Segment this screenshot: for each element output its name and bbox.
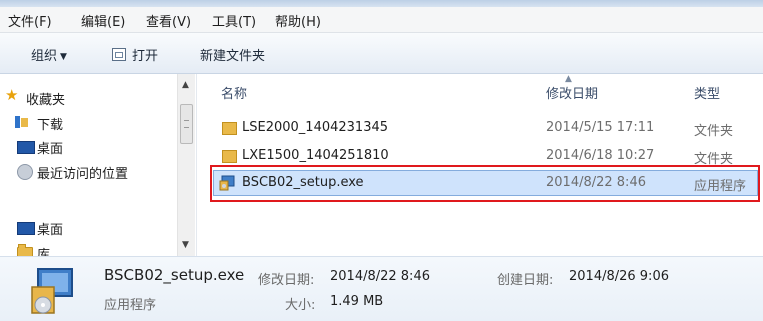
details-created-label: 创建日期: [497,273,554,288]
command-bar: 组织 ▼ 打开 新建文件夹 [0,33,763,74]
navigation-pane: ★ 收藏夹 下载 桌面 最近访问的位置 桌面 库 [0,74,200,256]
column-header-modified[interactable]: 修改日期 [546,83,598,102]
organize-button[interactable]: 组织 ▼ [31,45,67,64]
details-modified-value: 2014/8/22 8:46 [330,269,430,284]
desktop-icon [17,141,35,154]
recent-places-icon [17,164,33,180]
nav-item-label: 最近访问的位置 [37,167,129,182]
file-date: 2014/6/18 10:27 [546,148,655,163]
menu-tools[interactable]: 工具(T) [212,11,256,30]
details-pane: BSCB02_setup.exe 应用程序 修改日期: 2014/8/22 8:… [0,256,763,321]
nav-item-desktop[interactable]: 桌面 [17,138,64,157]
organize-label: 组织 [31,49,58,64]
scroll-up-arrow-icon[interactable]: ▲ [182,80,189,90]
menu-view[interactable]: 查看(V) [146,11,191,30]
folder-icon [222,150,237,163]
file-date: 2014/5/15 17:11 [546,120,655,135]
column-header-row: 名称 ▲ 修改日期 类型 [197,74,763,104]
scroll-down-arrow-icon[interactable]: ▼ [182,240,189,250]
details-size-value: 1.49 MB [330,294,384,309]
folder-icon [222,122,237,135]
menu-edit[interactable]: 编辑(E) [81,11,125,30]
open-button[interactable]: 打开 [112,45,158,64]
details-created-value: 2014/8/26 9:06 [569,269,669,284]
nav-item-recent-places[interactable]: 最近访问的位置 [17,163,129,182]
nav-item-label: 桌面 [37,142,64,157]
desktop-icon [17,222,35,235]
red-highlight-box [210,165,760,202]
column-header-name[interactable]: 名称 [221,83,247,102]
nav-item-libraries[interactable]: 库 [17,244,51,256]
column-header-type[interactable]: 类型 [694,83,720,102]
file-row[interactable]: LSE2000_1404231345 2014/5/15 17:11 文件夹 [197,117,763,139]
scroll-thumb[interactable] [180,104,193,144]
details-size-label: 大小: [285,298,316,313]
new-folder-button[interactable]: 新建文件夹 [200,45,265,64]
file-name: LXE1500_1404251810 [242,148,389,163]
open-icon [112,48,126,61]
nav-scrollbar[interactable]: ▲ ▼ [177,74,195,256]
file-name: LSE2000_1404231345 [242,120,389,135]
menu-help[interactable]: 帮助(H) [275,11,321,30]
details-file-name: BSCB02_setup.exe [104,266,245,284]
window-frame-top [0,0,763,7]
setup-exe-large-icon [31,268,73,314]
nav-item-label: 收藏夹 [26,93,66,108]
library-icon [17,244,33,256]
download-icon [15,116,28,128]
nav-item-favorites[interactable]: ★ 收藏夹 [5,86,66,108]
nav-item-label: 库 [37,248,51,256]
open-label: 打开 [132,49,159,64]
menu-file[interactable]: 文件(F) [8,11,52,30]
nav-item-label: 下载 [37,118,64,133]
star-icon: ★ [5,86,19,104]
file-type: 文件夹 [694,124,734,139]
details-file-type: 应用程序 [104,298,157,313]
dropdown-arrow-icon: ▼ [60,52,67,62]
nav-item-label: 桌面 [37,223,64,238]
file-row[interactable]: LXE1500_1404251810 2014/6/18 10:27 文件夹 [197,145,763,167]
menu-bar: 文件(F) 编辑(E) 查看(V) 工具(T) 帮助(H) [0,7,763,33]
nav-item-downloads[interactable]: 下载 [15,114,64,133]
details-modified-label: 修改日期: [258,273,315,288]
nav-item-desktop-root[interactable]: 桌面 [17,219,64,238]
